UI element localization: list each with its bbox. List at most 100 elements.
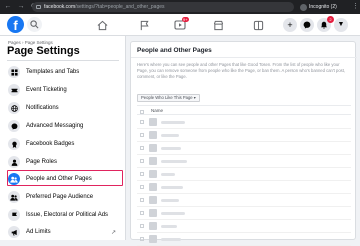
sidebar-item-label: Templates and Tabs	[26, 69, 80, 75]
sidebar-item-page-roles[interactable]: Page Roles	[4, 154, 122, 170]
blurred-name	[161, 198, 179, 202]
url-path: /settings/?tab=people_and_other_pages	[75, 4, 165, 10]
nav-marketplace[interactable]	[198, 14, 238, 36]
nav-home[interactable]	[82, 14, 122, 36]
account-menu-button[interactable]: ▼	[334, 18, 348, 32]
blurred-name	[161, 224, 177, 228]
row-checkbox[interactable]	[140, 120, 144, 124]
row-checkbox[interactable]	[140, 185, 144, 189]
select-all-checkbox[interactable]	[140, 110, 144, 114]
back-arrow-icon[interactable]: ←	[3, 2, 13, 12]
sidebar-item-facebook-badges[interactable]: Facebook Badges	[4, 136, 122, 152]
sidebar-item-label: Issue, Electoral or Political Ads	[26, 212, 109, 218]
sidebar-item-label: Notifications	[26, 105, 59, 111]
divider	[131, 57, 357, 58]
address-bar[interactable]: facebook.com /settings/?tab=people_and_o…	[32, 2, 294, 12]
avatar	[149, 131, 157, 139]
browser-menu-icon[interactable]: ⋮	[352, 2, 359, 10]
row-checkbox[interactable]	[140, 159, 144, 163]
table-row[interactable]	[137, 220, 351, 233]
create-button[interactable]: +	[283, 18, 297, 32]
avatar	[149, 209, 157, 217]
table-row[interactable]	[137, 155, 351, 168]
blurred-name	[161, 172, 175, 176]
panel-description: Here's where you can see people and othe…	[137, 62, 346, 79]
sidebar-item-label: Ad Limits	[26, 229, 51, 235]
forward-arrow-icon[interactable]: →	[16, 2, 26, 12]
globe-icon	[8, 102, 20, 114]
browser-toolbar: ← → ⟳ facebook.com /settings/?tab=people…	[0, 0, 360, 14]
row-checkbox[interactable]	[140, 211, 144, 215]
ticket-icon	[8, 84, 20, 96]
users-icon	[8, 191, 20, 203]
bell-icon	[320, 21, 328, 29]
groups-icon	[253, 20, 263, 30]
sidebar-item-templates-and-tabs[interactable]: Templates and Tabs	[4, 64, 122, 80]
settings-sidebar: Pages › Page Settings Page Settings Temp…	[0, 36, 126, 240]
row-checkbox[interactable]	[140, 172, 144, 176]
profile-indicator[interactable]: Incognito (2)	[300, 3, 337, 11]
nav-gaming[interactable]	[238, 14, 278, 36]
table-row[interactable]	[137, 116, 351, 129]
blurred-name	[161, 237, 181, 241]
sidebar-item-advanced-messaging[interactable]: Advanced Messaging	[4, 118, 122, 134]
messenger-icon	[8, 120, 20, 132]
profile-label: Incognito (2)	[309, 4, 337, 10]
avatar	[149, 144, 157, 152]
store-icon	[213, 20, 223, 30]
table-row[interactable]	[137, 168, 351, 181]
column-name-header: Name	[151, 108, 164, 113]
table-row[interactable]	[137, 142, 351, 155]
flag-icon	[8, 209, 20, 221]
avatar	[149, 196, 157, 204]
notifications-button[interactable]: 2	[317, 16, 334, 32]
avatar	[149, 183, 157, 191]
flag-icon	[140, 20, 149, 30]
blurred-name	[161, 120, 185, 124]
filter-dropdown[interactable]: People Who Like This Page ▾	[137, 94, 200, 102]
table-row[interactable]	[137, 129, 351, 142]
megaphone-icon	[8, 226, 20, 238]
sidebar-item-label: Facebook Badges	[26, 141, 75, 147]
blurred-name	[161, 146, 181, 150]
facebook-logo[interactable]: f	[7, 16, 24, 33]
sidebar-item-ad-limits[interactable]: Ad Limits ↗	[4, 224, 122, 240]
messenger-icon	[303, 21, 311, 29]
blurred-name	[161, 185, 183, 189]
blurred-name	[161, 159, 187, 163]
messenger-button[interactable]	[300, 18, 314, 32]
search-button[interactable]	[27, 17, 42, 32]
people-and-other-pages-panel: People and Other Pages Here's where you …	[130, 41, 357, 246]
row-checkbox[interactable]	[140, 146, 144, 150]
chevron-down-icon: ▼	[337, 21, 345, 28]
nav-watch[interactable]: 9+	[160, 14, 200, 36]
user-icon	[8, 156, 20, 168]
avatar	[149, 170, 157, 178]
table-row[interactable]	[137, 181, 351, 194]
sidebar-item-event-ticketing[interactable]: Event Ticketing	[4, 82, 122, 98]
nav-pages[interactable]	[124, 14, 164, 36]
panel-title: People and Other Pages	[137, 47, 212, 54]
blurred-name	[161, 133, 179, 137]
plus-icon: +	[287, 20, 293, 30]
search-icon	[30, 20, 39, 29]
page-title: Page Settings	[7, 45, 80, 57]
sidebar-item-label: Event Ticketing	[26, 87, 67, 93]
home-icon	[97, 20, 107, 30]
grid-icon	[8, 66, 20, 78]
sidebar-item-notifications[interactable]: Notifications	[4, 100, 122, 116]
table-row[interactable]	[137, 207, 351, 220]
row-checkbox[interactable]	[140, 224, 144, 228]
row-checkbox[interactable]	[140, 198, 144, 202]
nav-badge: 9+	[182, 17, 189, 22]
sidebar-item-label: Preferred Page Audience	[26, 194, 94, 200]
sidebar-item-preferred-page-audience[interactable]: Preferred Page Audience	[4, 189, 122, 205]
url-domain: facebook.com	[44, 4, 76, 10]
sidebar-item-label: Page Roles	[26, 159, 58, 165]
lock-icon	[36, 5, 41, 9]
row-checkbox[interactable]	[140, 133, 144, 137]
sidebar-item-label: Advanced Messaging	[26, 123, 84, 129]
sidebar-item-political-ads[interactable]: Issue, Electoral or Political Ads	[4, 207, 122, 223]
row-checkbox[interactable]	[140, 237, 144, 241]
table-row[interactable]	[137, 194, 351, 207]
